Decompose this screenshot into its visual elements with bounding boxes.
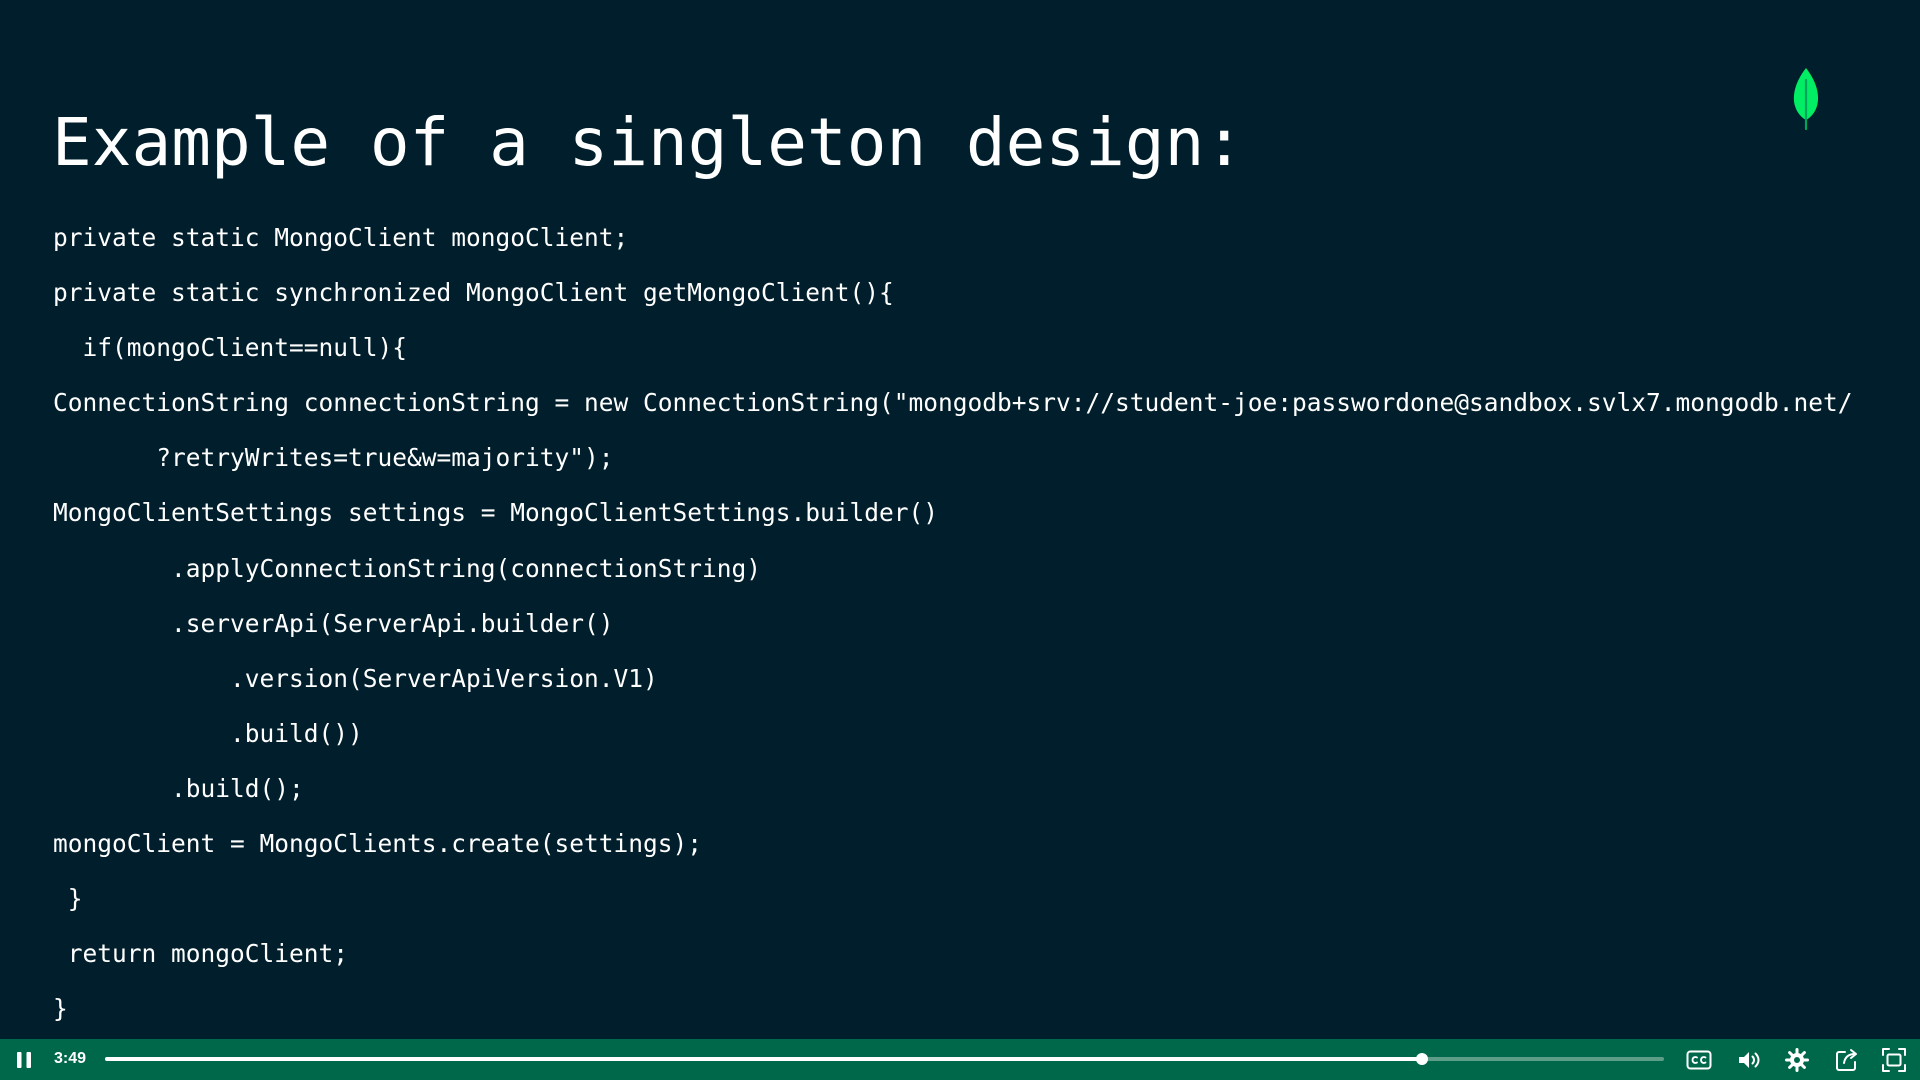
code-line: private static synchronized MongoClient … (53, 278, 894, 308)
code-line: .build(); (53, 773, 304, 803)
code-block: private static MongoClient mongoClient; p… (53, 210, 1913, 1036)
current-time: 3:49 (54, 1050, 87, 1067)
open-external-icon[interactable] (1834, 1047, 1860, 1073)
code-line: if(mongoClient==null){ (53, 333, 408, 363)
code-line: } (53, 994, 68, 1024)
progress-fill (105, 1057, 1423, 1061)
code-line: .build()) (53, 718, 363, 748)
code-line: mongoClient = MongoClients.create(settin… (53, 829, 703, 859)
progress-bar[interactable] (105, 1053, 1664, 1065)
code-line: ?retryWrites=true&w=majority"); (53, 443, 614, 473)
pause-icon[interactable] (14, 1050, 34, 1070)
video-controls-bar: 3:49 (0, 1039, 1920, 1080)
code-line: .version(ServerApiVersion.V1) (53, 663, 658, 693)
code-line: ConnectionString connectionString = new … (53, 388, 1853, 418)
fullscreen-icon[interactable] (1881, 1047, 1907, 1073)
code-line: return mongoClient; (53, 939, 349, 969)
slide-title: Example of a singleton design: (52, 104, 1245, 181)
progress-thumb[interactable] (1416, 1053, 1429, 1065)
code-line: MongoClientSettings settings = MongoClie… (53, 498, 939, 528)
settings-gear-icon[interactable] (1784, 1047, 1810, 1073)
code-line: .applyConnectionString(connectionString) (53, 553, 762, 583)
code-line: .serverApi(ServerApi.builder() (53, 608, 614, 638)
code-line: private static MongoClient mongoClient; (53, 223, 629, 252)
code-line: } (53, 884, 83, 914)
volume-icon[interactable] (1736, 1047, 1762, 1073)
closed-captions-icon[interactable] (1686, 1047, 1712, 1073)
slide: Example of a singleton design: private s… (0, 0, 1920, 1039)
mongodb-leaf-icon (1793, 68, 1819, 130)
